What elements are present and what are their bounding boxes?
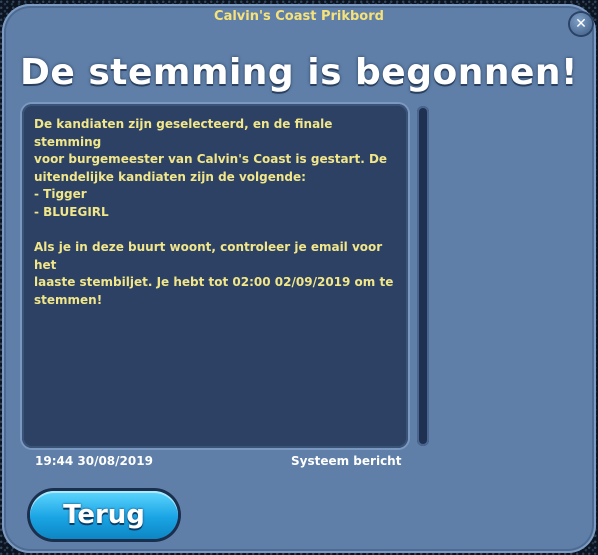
back-button-label: Terug [63,500,145,530]
message-panel: De kandiaten zijn geselecteerd, en de fi… [22,104,408,448]
message-scrollbar[interactable] [417,106,429,446]
bulletin-window: Calvin's Coast Prikbord ✕ De stemming is… [2,4,596,553]
title-bar: Calvin's Coast Prikbord [2,4,596,30]
post-timestamp: 19:44 30/08/2019 [35,454,153,468]
close-button[interactable]: ✕ [570,13,592,35]
window-title: Calvin's Coast Prikbord [214,9,384,24]
post-sender: Systeem bericht [291,454,402,468]
back-button[interactable]: Terug [30,491,178,539]
close-icon: ✕ [575,16,587,32]
post-headline: De stemming is begonnen! [20,52,578,93]
message-body: De kandiaten zijn geselecteerd, en de fi… [34,117,394,307]
